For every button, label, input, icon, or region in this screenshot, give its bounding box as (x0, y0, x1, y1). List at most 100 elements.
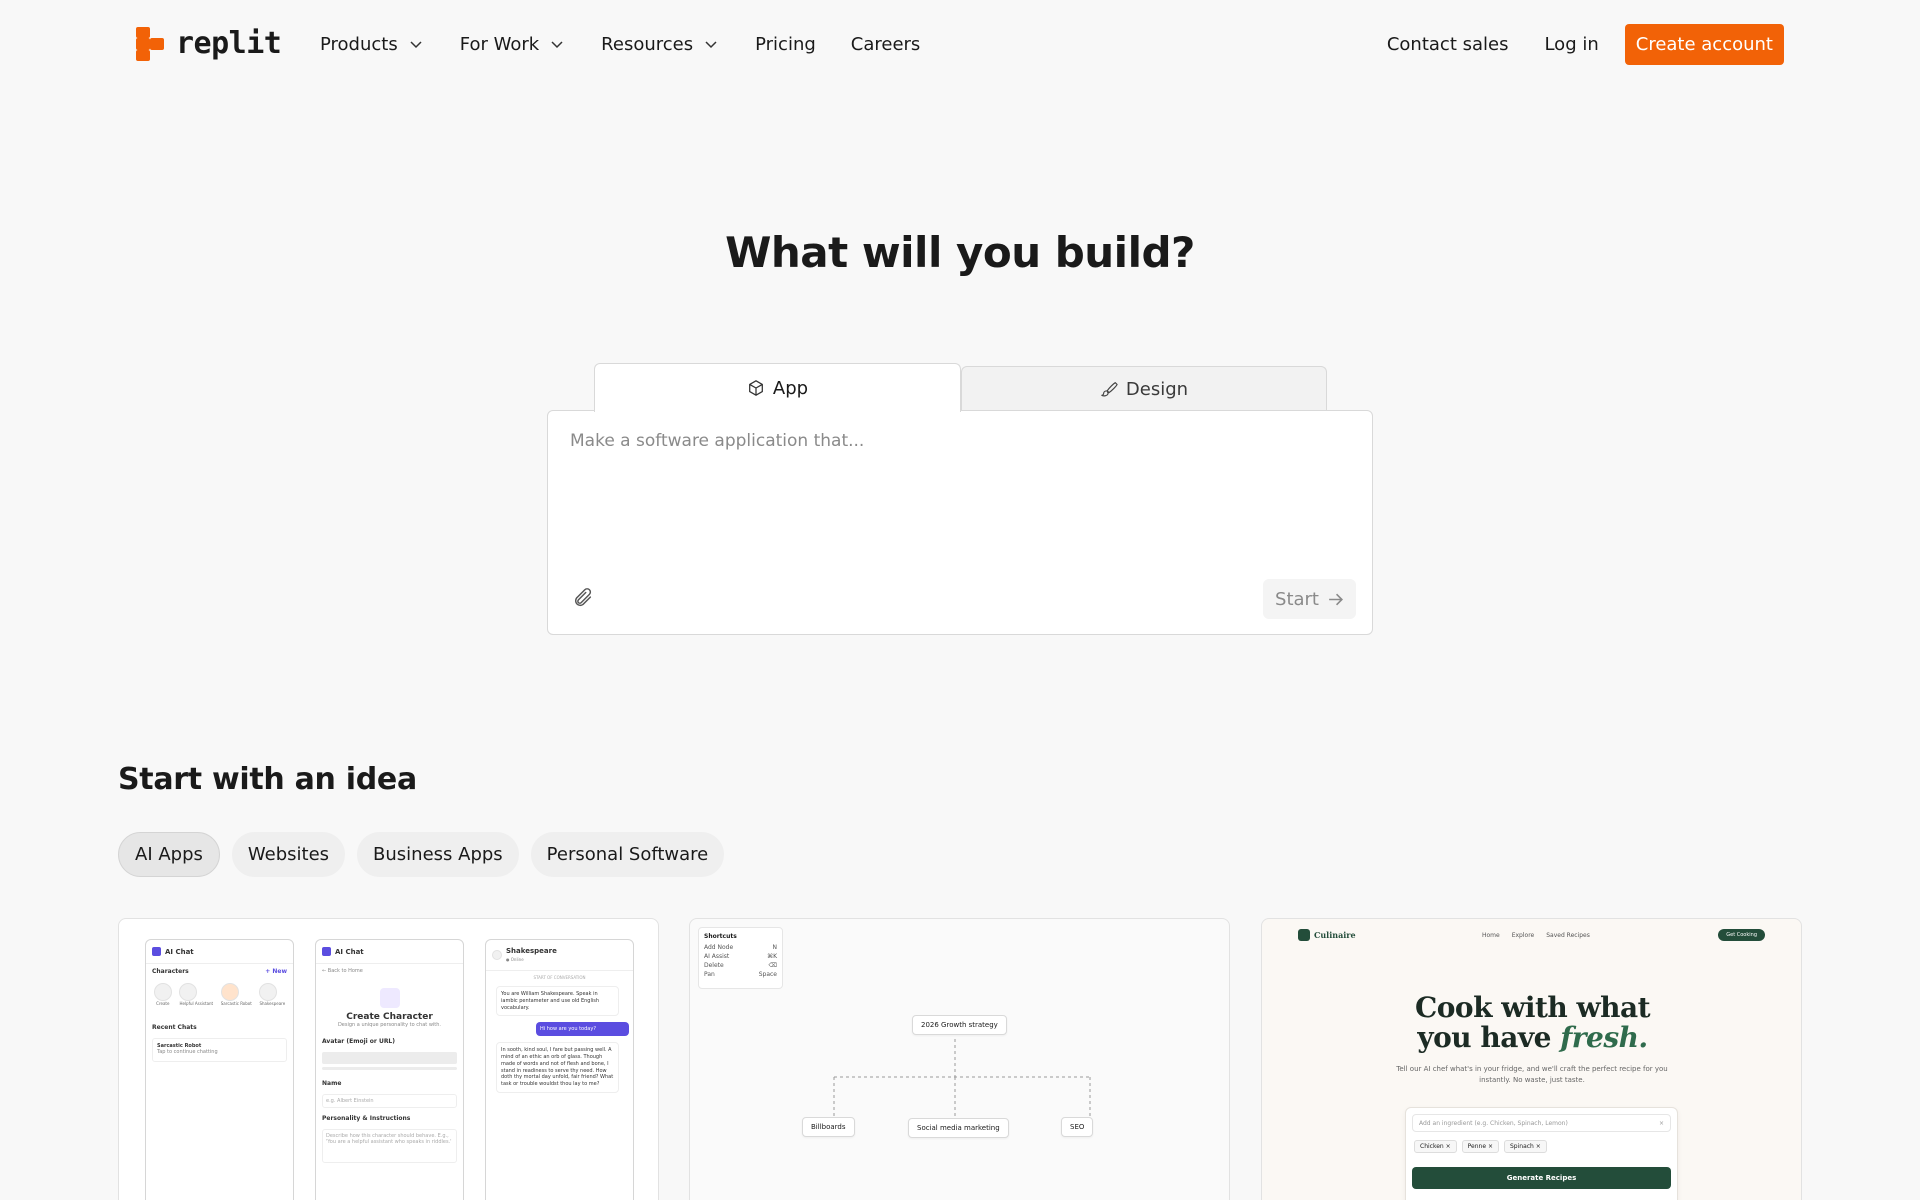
nav-resources-label: Resources (601, 33, 694, 55)
nav-for-work-label: For Work (459, 33, 540, 55)
recipe-hero-title: Cook with what you have fresh. (1262, 991, 1801, 1055)
contact-sales-link[interactable]: Contact sales (1387, 34, 1509, 55)
character-name: Helpful Assistant (179, 1001, 214, 1006)
ingredient-tag: Penne × (1461, 1140, 1499, 1153)
chat-home-screen: AI Chat Characters + New Create Helpful A… (145, 939, 294, 1200)
nav-products-label: Products (320, 33, 398, 55)
create-character-screen: AI Chat ← Back to Home Create Character … (315, 939, 464, 1200)
prompt-box: Start (547, 410, 1373, 635)
sparkle-icon (379, 988, 400, 1008)
mind-map-node: Social media marketing (908, 1118, 1009, 1138)
app-icon (322, 947, 331, 956)
mode-tabs: App Design (594, 363, 1327, 412)
characters-label: Characters (152, 968, 189, 975)
recipe-nav-link: Explore (1511, 931, 1535, 939)
ingredient-tag: Spinach × (1503, 1140, 1547, 1153)
app-name: AI Chat (335, 947, 364, 956)
chip-websites[interactable]: Websites (231, 832, 346, 877)
avatar (259, 983, 278, 1001)
recent-chat-item: Sarcastic Robot Tap to continue chatting (152, 1038, 287, 1062)
replit-logo[interactable]: replit (136, 26, 282, 61)
chevron-down-icon (705, 41, 717, 49)
avatar (220, 983, 239, 1001)
chat-message: In sooth, kind soul, I fare but passing … (496, 1042, 619, 1093)
avatar (179, 983, 198, 1001)
chat-name: Shakespeare (506, 947, 557, 955)
nav-careers[interactable]: Careers (851, 34, 921, 55)
avatar (153, 983, 172, 1001)
chip-personal-software[interactable]: Personal Software (530, 832, 725, 877)
chevron-down-icon (410, 41, 422, 49)
chevron-down-icon (551, 41, 563, 49)
chip-business-apps[interactable]: Business Apps (357, 832, 519, 877)
nav-careers-label: Careers (850, 33, 921, 55)
nav-products[interactable]: Products (320, 34, 424, 55)
chip-ai-apps[interactable]: AI Apps (118, 832, 220, 877)
back-link: ← Back to Home (322, 968, 363, 974)
close-icon: × (1658, 1119, 1664, 1127)
avatar-field (322, 1052, 457, 1064)
recent-chat-sub: Tap to continue chatting (157, 1049, 218, 1055)
avatar (492, 950, 502, 960)
ingredient-placeholder: Add an ingredient (e.g. Chicken, Spinach… (1419, 1119, 1568, 1127)
mind-map-connectors (833, 1039, 1091, 1117)
name-label: Name (322, 1080, 342, 1087)
idea-category-chips: AI Apps Websites Business Apps Personal … (118, 832, 725, 877)
nav-links: Products For Work Resources Pricing Care… (320, 0, 955, 88)
idea-card-ai-chat[interactable]: AI Chat Characters + New Create Helpful A… (118, 918, 659, 1200)
prompt-input[interactable] (570, 431, 1350, 551)
create-title: Create Character (346, 1012, 433, 1022)
avatar-label: Avatar (Emoji or URL) (322, 1038, 395, 1045)
recent-chats-label: Recent Chats (152, 1024, 197, 1031)
tab-app-label: App (772, 377, 809, 399)
cube-icon (748, 380, 763, 396)
tab-design-label: Design (1125, 378, 1189, 400)
recipe-nav: Culinaire Home Explore Saved Recipes Get… (1298, 925, 1765, 945)
chat-status: ● Online (506, 957, 524, 962)
app-name: AI Chat (165, 947, 194, 956)
paperclip-icon[interactable] (572, 587, 594, 609)
mind-map-node: SEO (1061, 1117, 1094, 1137)
recipe-brand: Culinaire (1314, 930, 1356, 940)
recipe-subtitle: Tell our AI chef what's in your fridge, … (1396, 1065, 1668, 1084)
character-name: Create (156, 1001, 170, 1006)
hero-title: What will you build? (725, 228, 1195, 277)
recipe-nav-link: Home (1482, 931, 1500, 939)
character-name: Sarcastic Robot (220, 1001, 252, 1006)
log-in-link[interactable]: Log in (1544, 34, 1598, 55)
idea-card-recipe[interactable]: Culinaire Home Explore Saved Recipes Get… (1261, 918, 1802, 1200)
nav-resources[interactable]: Resources (601, 34, 719, 55)
recipe-title-emphasis: fresh. (1560, 1021, 1648, 1055)
new-character-link: + New (265, 968, 287, 975)
nav-for-work[interactable]: For Work (460, 34, 565, 55)
chat-message: You are William Shakespeare. Speak in ia… (496, 986, 619, 1017)
create-subtitle: Design a unique personality to chat with… (337, 1022, 442, 1028)
app-icon (152, 947, 161, 956)
create-account-button[interactable]: Create account (1624, 24, 1784, 65)
recipe-title-line1: Cook with what (1414, 991, 1651, 1024)
mind-map-root-node: 2026 Growth strategy (912, 1015, 1007, 1035)
idea-card-mind-map[interactable]: Shortcuts Add Node N AI Assist ⌘K Delete ⌫ … (689, 918, 1230, 1200)
top-nav: replit Products For Work Resources Prici… (0, 0, 1920, 88)
brush-icon (1101, 382, 1118, 397)
personality-field: Describe how this character should behav… (322, 1129, 457, 1163)
chat-conversation-screen: Shakespeare ● Online START OF CONVERSATIO… (485, 939, 634, 1200)
recipe-cta-button: Get Cooking (1718, 929, 1765, 941)
recipe-title-line2: you have (1417, 1021, 1561, 1055)
character-name: Shakespeare (259, 1001, 286, 1006)
start-button-label: Start (1275, 588, 1319, 610)
tab-app[interactable]: App (594, 363, 961, 412)
nav-pricing[interactable]: Pricing (755, 34, 816, 55)
personality-label: Personality & Instructions (322, 1115, 411, 1122)
nav-pricing-label: Pricing (755, 33, 816, 55)
chat-message-user: Hi how are you today? (536, 1022, 629, 1037)
nav-actions: Contact sales Log in Create account (1387, 24, 1784, 65)
ingredient-tag: Chicken × (1414, 1140, 1457, 1153)
tab-design[interactable]: Design (961, 366, 1327, 411)
start-button[interactable]: Start (1263, 579, 1356, 619)
mind-map-node: Billboards (802, 1117, 855, 1137)
chef-hat-icon (1298, 929, 1310, 941)
generate-recipes-button: Generate Recipes (1412, 1167, 1671, 1189)
name-field: e.g. Albert Einstein (322, 1094, 457, 1108)
emoji-row (322, 1067, 457, 1070)
